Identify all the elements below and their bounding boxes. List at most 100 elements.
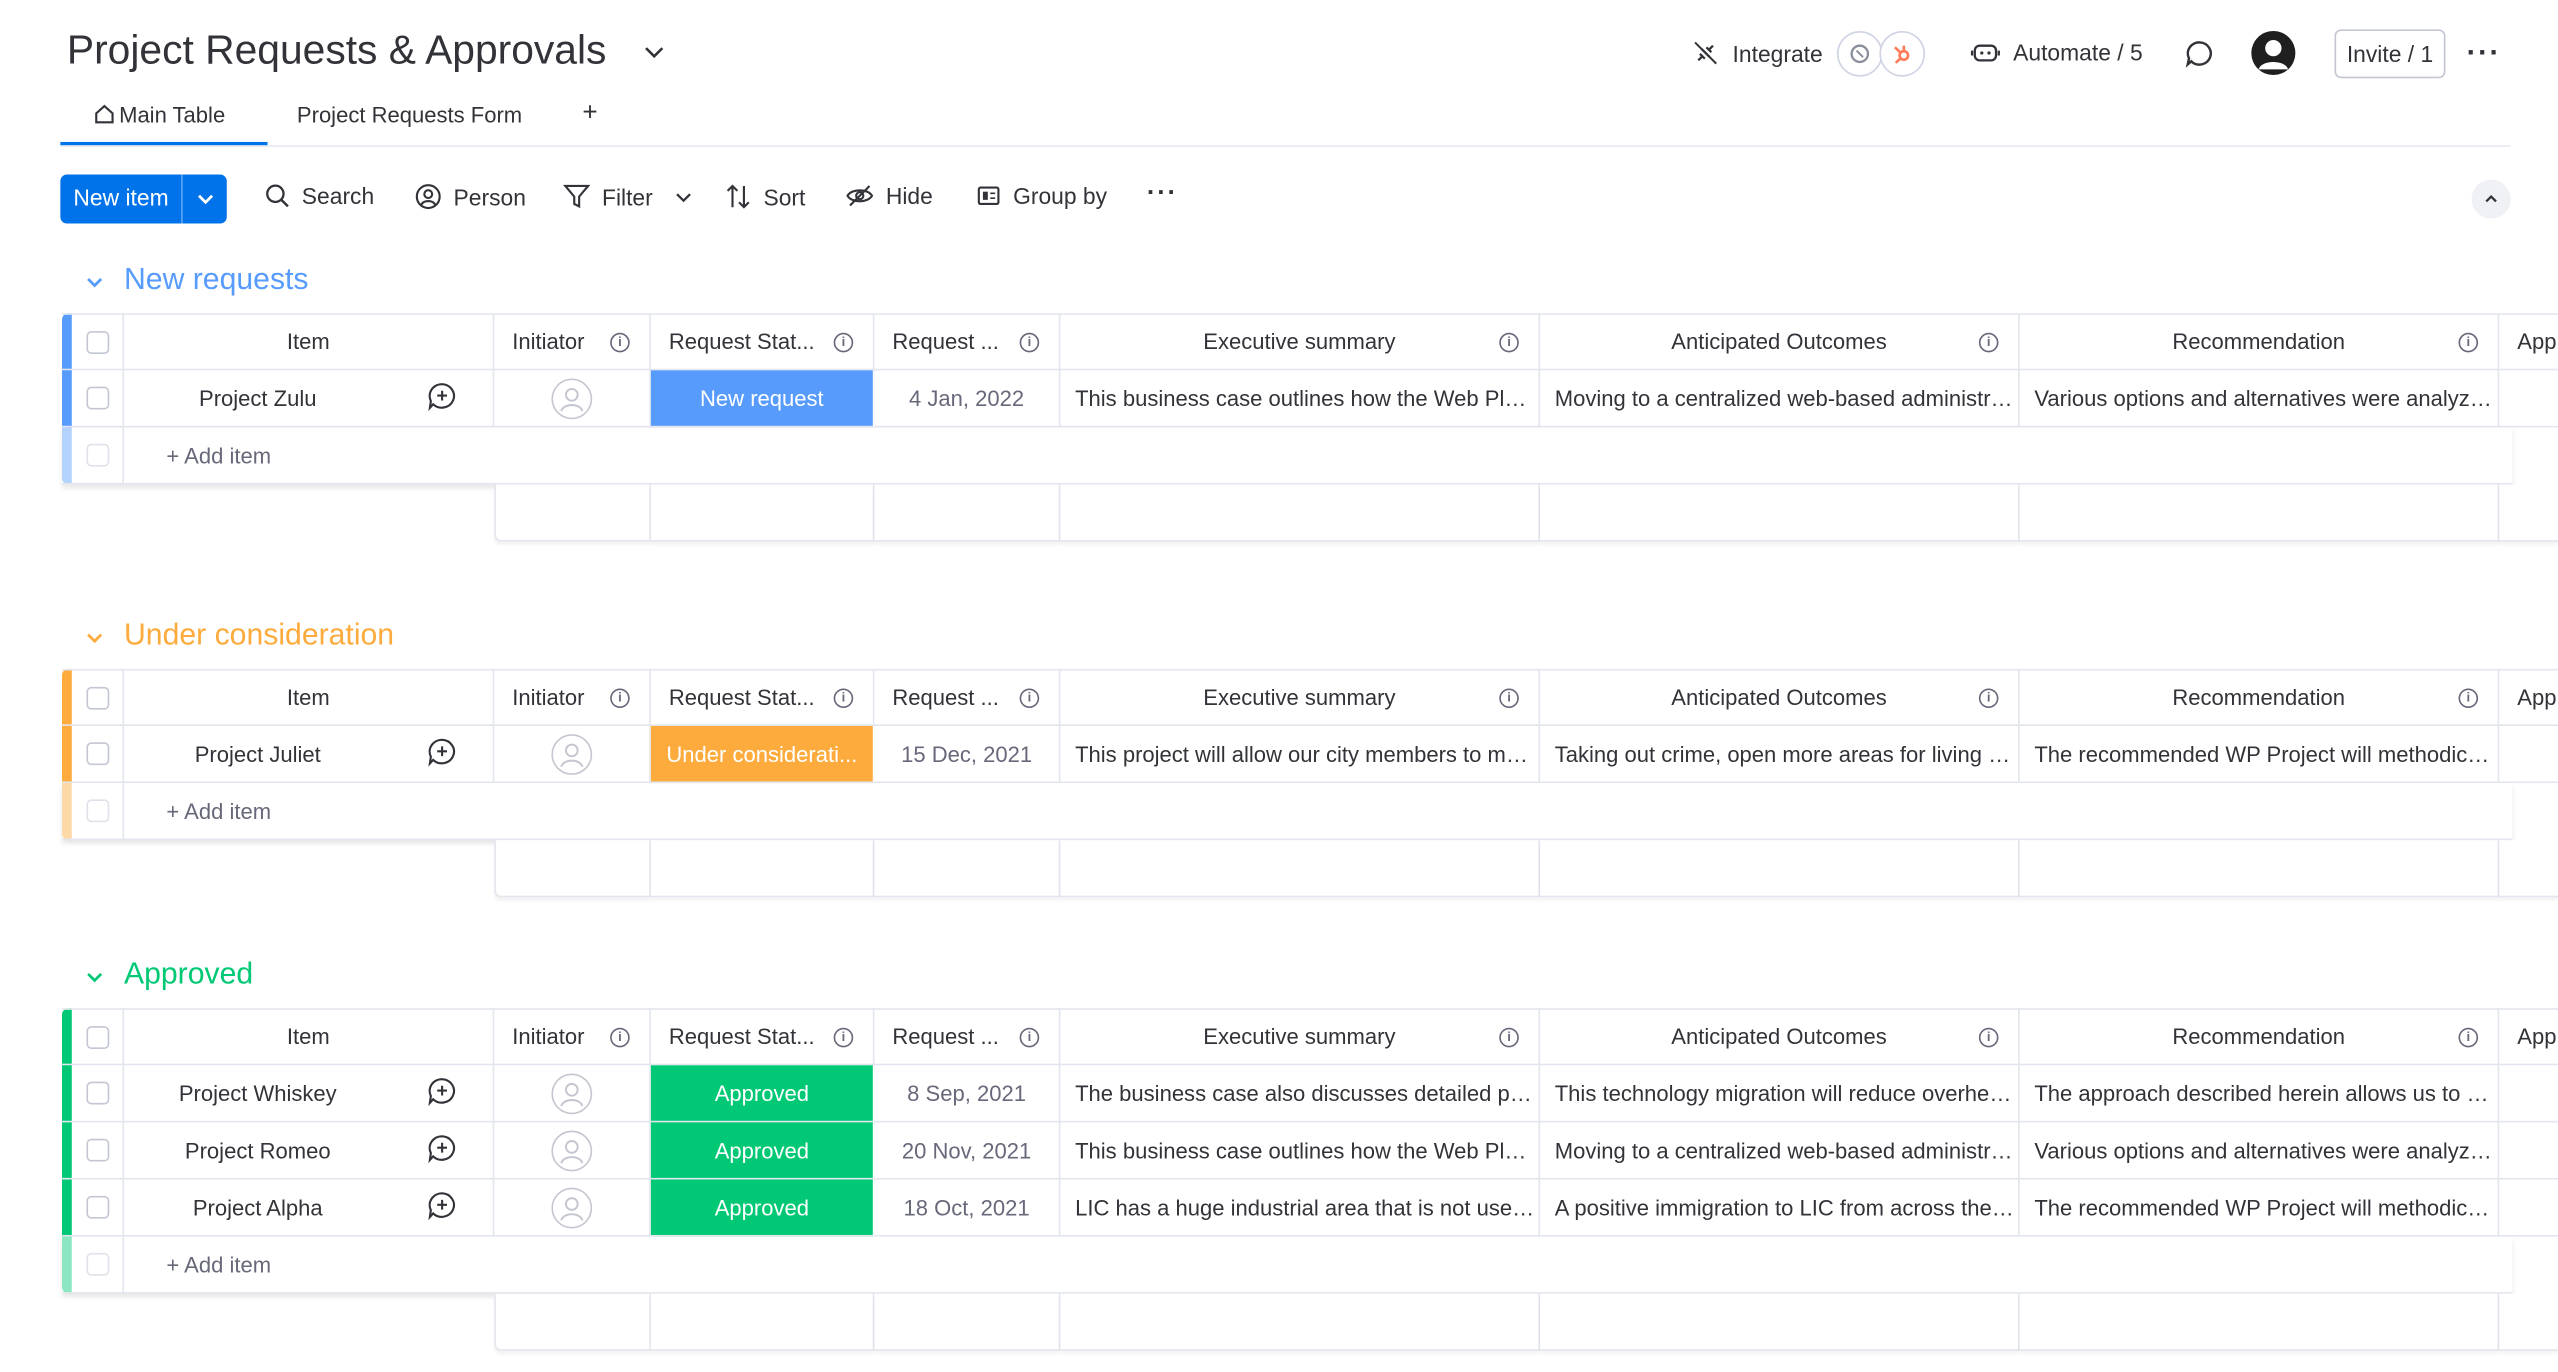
column-header-recommendation[interactable]: Recommendation i — [2019, 1008, 2500, 1066]
table-row[interactable]: Project Juliet Under considerati... 15 Dec… — [61, 725, 2558, 784]
info-icon[interactable]: i — [1019, 1026, 1040, 1047]
add-item-row[interactable]: + Add item — [61, 783, 2513, 841]
table-row[interactable]: Project Alpha Approved 18 Oct, 2021 LIC has… — [61, 1179, 2558, 1237]
item-name[interactable]: Project Juliet — [195, 741, 321, 765]
group-collapse-chevron-icon[interactable] — [83, 271, 106, 294]
column-header-request-status[interactable]: Request Stat... i — [650, 668, 875, 726]
item-updates-cell[interactable] — [391, 725, 495, 784]
item-name[interactable]: Project Whiskey — [179, 1081, 337, 1105]
row-checkbox[interactable] — [86, 1195, 110, 1219]
item-name-cell[interactable]: Project Whiskey — [123, 1065, 392, 1123]
person-placeholder-icon[interactable] — [551, 377, 593, 419]
table-row[interactable]: Project Romeo Approved 20 Nov, 2021 This bu… — [61, 1122, 2558, 1180]
request-date-cell[interactable]: 20 Nov, 2021 — [874, 1122, 1061, 1180]
column-header-request-date[interactable]: Request ... i — [874, 668, 1061, 726]
column-header-executive-summary[interactable]: Executive summary i — [1060, 313, 1541, 371]
add-update-icon[interactable] — [427, 1133, 456, 1167]
search-button[interactable]: Search — [264, 183, 374, 209]
item-updates-cell[interactable] — [391, 370, 495, 428]
column-header-request-date[interactable]: Request ... i — [874, 313, 1061, 371]
item-updates-cell[interactable] — [391, 1122, 495, 1180]
info-icon[interactable]: i — [833, 687, 854, 708]
recommendation-cell[interactable]: The approach described herein allows us … — [2019, 1065, 2500, 1123]
column-header-request-status[interactable]: Request Stat... i — [650, 313, 875, 371]
column-header-recommendation[interactable]: Recommendation i — [2019, 313, 2500, 371]
person-placeholder-icon[interactable] — [551, 1186, 593, 1228]
hide-button[interactable]: Hide — [845, 183, 933, 209]
executive-summary-cell[interactable]: This business case outlines how the Web … — [1060, 1122, 1541, 1180]
item-name[interactable]: Project Zulu — [199, 386, 317, 410]
info-icon[interactable]: i — [1019, 331, 1040, 352]
sort-button[interactable]: Sort — [724, 183, 805, 211]
status-cell[interactable]: New request — [650, 370, 875, 428]
more-options-icon[interactable]: ··· — [2467, 36, 2501, 70]
person-placeholder-icon[interactable] — [551, 1129, 593, 1171]
add-view-icon[interactable]: + — [582, 100, 597, 129]
info-icon[interactable]: i — [833, 331, 854, 352]
initiator-cell[interactable] — [494, 1179, 651, 1237]
info-icon[interactable]: i — [1978, 331, 1999, 352]
column-header-next[interactable]: App — [2499, 668, 2558, 726]
recommendation-cell[interactable]: Various options and alternatives were an… — [2019, 370, 2500, 428]
initiator-cell[interactable] — [494, 725, 651, 784]
info-icon[interactable]: i — [833, 1026, 854, 1047]
request-date-cell[interactable]: 18 Oct, 2021 — [874, 1179, 1061, 1237]
item-name-cell[interactable]: Project Romeo — [123, 1122, 392, 1180]
integration-app-icon[interactable] — [1836, 30, 1883, 77]
request-date-cell[interactable]: 4 Jan, 2022 — [874, 370, 1061, 428]
info-icon[interactable]: i — [2458, 331, 2479, 352]
new-item-button[interactable]: New item — [60, 174, 227, 224]
info-icon[interactable]: i — [1499, 687, 1519, 708]
column-header-anticipated-outcomes[interactable]: Anticipated Outcomes i — [1540, 1008, 2020, 1066]
column-header-initiator[interactable]: Initiator i — [494, 1008, 651, 1066]
row-checkbox[interactable] — [86, 386, 110, 410]
recommendation-cell[interactable]: The recommended WP Project will methodic… — [2019, 725, 2500, 784]
select-all-checkbox[interactable] — [86, 686, 110, 709]
anticipated-outcomes-cell[interactable]: Moving to a centralized web-based admini… — [1540, 370, 2020, 428]
info-icon[interactable]: i — [1499, 331, 1519, 352]
collapse-header-button[interactable] — [2471, 179, 2511, 219]
column-header-executive-summary[interactable]: Executive summary i — [1060, 1008, 1541, 1066]
initiator-cell[interactable] — [494, 1065, 651, 1123]
table-row[interactable]: Project Whiskey Approved 8 Sep, 2021 The bu… — [61, 1065, 2558, 1123]
column-header-initiator[interactable]: Initiator i — [494, 313, 651, 371]
group-title[interactable]: Under consideration — [124, 617, 394, 653]
filter-button[interactable]: Filter — [562, 183, 694, 211]
add-item-row[interactable]: + Add item — [61, 1236, 2513, 1294]
hubspot-icon[interactable] — [1879, 30, 1926, 77]
integrate-button[interactable]: Integrate — [1692, 39, 1823, 67]
add-update-icon[interactable] — [427, 1190, 456, 1224]
group-title[interactable]: New requests — [124, 261, 309, 297]
person-placeholder-icon[interactable] — [551, 733, 593, 775]
row-checkbox[interactable] — [86, 1081, 110, 1105]
item-name-cell[interactable]: Project Juliet — [123, 726, 392, 784]
group-title[interactable]: Approved — [124, 956, 253, 992]
info-icon[interactable]: i — [2458, 687, 2479, 708]
select-all-checkbox[interactable] — [86, 1025, 110, 1049]
column-header-request-status[interactable]: Request Stat... i — [650, 1008, 875, 1066]
chevron-down-icon[interactable] — [194, 188, 217, 211]
group-collapse-chevron-icon[interactable] — [83, 966, 106, 989]
item-updates-cell[interactable] — [391, 1179, 495, 1237]
select-all-checkbox[interactable] — [86, 330, 110, 354]
person-placeholder-icon[interactable] — [551, 1072, 593, 1114]
column-header-recommendation[interactable]: Recommendation i — [2019, 668, 2500, 726]
item-name-cell[interactable]: Project Zulu — [123, 370, 392, 428]
column-header-anticipated-outcomes[interactable]: Anticipated Outcomes i — [1540, 668, 2020, 726]
group-collapse-chevron-icon[interactable] — [83, 626, 106, 649]
next-column-cell[interactable] — [2499, 1065, 2558, 1123]
item-name-cell[interactable]: Project Alpha — [123, 1180, 392, 1237]
executive-summary-cell[interactable]: This project will allow our city members… — [1060, 725, 1541, 784]
executive-summary-cell[interactable]: LIC has a huge industrial area that is n… — [1060, 1179, 1541, 1237]
column-header-executive-summary[interactable]: Executive summary i — [1060, 668, 1541, 726]
add-item-row[interactable]: + Add item — [61, 427, 2513, 485]
info-icon[interactable]: i — [1499, 1026, 1519, 1047]
tab-project-requests-form[interactable]: Project Requests Form — [297, 103, 522, 127]
next-column-cell[interactable] — [2499, 1122, 2558, 1180]
group-by-button[interactable]: Group by — [976, 183, 1107, 209]
column-header-item[interactable]: Item — [123, 313, 495, 371]
request-date-cell[interactable]: 8 Sep, 2021 — [874, 1065, 1061, 1123]
info-icon[interactable]: i — [1978, 687, 1999, 708]
add-update-icon[interactable] — [427, 1076, 456, 1110]
board-title[interactable]: Project Requests & Approvals — [67, 28, 607, 75]
